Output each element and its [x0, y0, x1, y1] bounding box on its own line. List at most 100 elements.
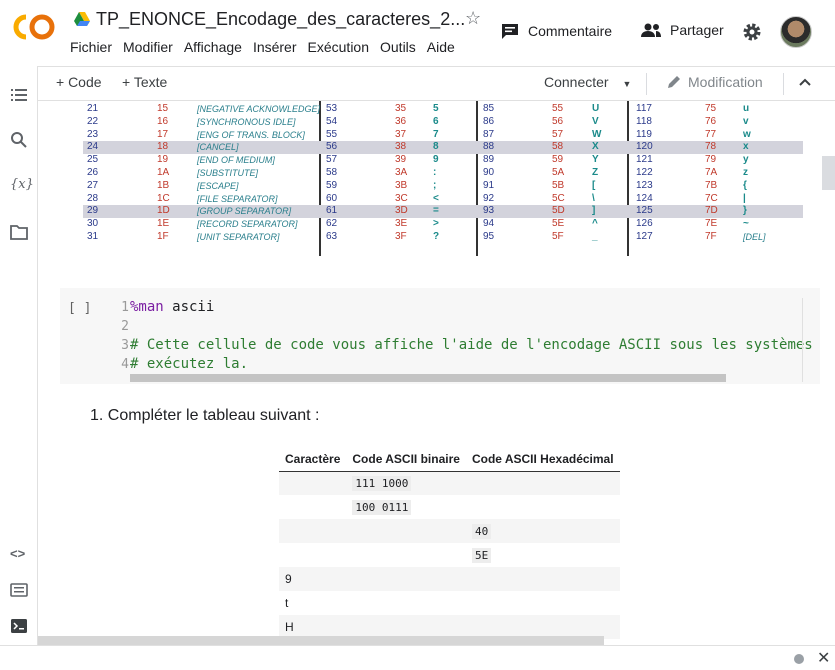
command-palette-icon[interactable] [10, 581, 28, 599]
menu-item-aide[interactable]: Aide [427, 39, 455, 55]
ascii-table-row: 29 1D [GROUP SEPARATOR] 61 3D = 93 5D] 125 7D} [83, 205, 803, 219]
ascii-cell: 95 [483, 231, 495, 242]
status-dot-icon [794, 654, 804, 664]
ascii-cell: 1D [157, 205, 170, 217]
ascii-cell: Y [592, 154, 599, 166]
star-icon[interactable]: ☆ [465, 8, 481, 29]
google-drive-icon[interactable] [74, 12, 90, 26]
ascii-cell: 55 [552, 103, 564, 114]
ascii-cell: 7D [705, 205, 718, 217]
ascii-cell: 27 [87, 179, 99, 191]
code-snippets-icon[interactable]: <> [10, 546, 28, 564]
code-line[interactable]: %man ascii [130, 299, 214, 315]
table-cell [346, 543, 466, 567]
connect-button[interactable]: Connecter ▼ [544, 74, 631, 90]
inline-code: 111 1000 [352, 475, 412, 491]
share-label: Partager [670, 22, 724, 38]
menu-item-outils[interactable]: Outils [380, 39, 416, 55]
table-header: Code ASCII Hexadécimal [465, 447, 620, 472]
ascii-cell: 57 [552, 128, 564, 140]
menu-item-modifier[interactable]: Modifier [123, 39, 173, 55]
vertical-scrollbar-thumb[interactable] [822, 156, 835, 190]
ascii-cell: 1C [157, 192, 170, 204]
code-comment[interactable]: # exécutez la. [130, 356, 248, 372]
chevron-down-icon[interactable]: ▼ [622, 79, 631, 89]
ascii-cell: < [433, 192, 439, 204]
ascii-table-row: 31 1F [UNIT SEPARATOR] 63 3F? 95 5F _ 127 7F [DEL] [83, 231, 803, 244]
ascii-cell: > [433, 218, 439, 230]
ascii-cell: W [592, 128, 602, 140]
ascii-cell: 7A [705, 167, 718, 178]
ascii-cell: 17 [157, 128, 169, 140]
ascii-cell: [UNIT SEPARATOR] [197, 232, 280, 242]
line-number: 2 [121, 319, 129, 334]
ascii-table-row: 24 18 [CANCEL] 56 38 8 88 58 X 120 78 x [83, 141, 803, 155]
ascii-cell: ^ [592, 218, 598, 230]
ascii-table-image: 21 15 [NEGATIVE ACKNOWLEDGE] 53 35 5 85 55 U 117 7… [83, 101, 803, 256]
menu-item-execution[interactable]: Exécution [308, 39, 369, 55]
ascii-cell: 3A [395, 167, 408, 178]
avatar[interactable] [780, 16, 812, 48]
exercise-table: Caractère Code ASCII binaire Code ASCII … [279, 447, 620, 639]
ascii-cell: 78 [705, 141, 717, 153]
edit-mode-label: Modification [688, 74, 763, 90]
ascii-cell: | [743, 192, 746, 204]
add-code-button[interactable]: + Code [56, 74, 102, 90]
menu-item-fichier[interactable]: Fichier [70, 39, 112, 55]
ascii-cell: w [743, 128, 751, 140]
ascii-cell: [NEGATIVE ACKNOWLEDGE] [197, 104, 321, 114]
table-cell: 9 [279, 567, 347, 591]
ascii-cell: 92 [483, 192, 495, 204]
table-of-contents-icon[interactable] [10, 86, 28, 104]
ascii-cell: [RECORD SEPARATOR] [197, 219, 298, 230]
close-icon[interactable]: ✕ [817, 648, 830, 668]
toolbar-divider [783, 73, 784, 95]
search-icon[interactable] [10, 131, 28, 149]
menu-item-affichage[interactable]: Affichage [184, 39, 242, 55]
ascii-cell: 63 [326, 231, 338, 242]
menu-item-inserer[interactable]: Insérer [253, 39, 297, 55]
gear-icon[interactable] [742, 22, 762, 42]
ascii-cell: 59 [552, 154, 564, 166]
comment-button[interactable]: Commentaire [500, 22, 612, 40]
ascii-table-row: 30 1E [RECORD SEPARATOR] 62 3E >94 5E ^ 126 7E ~ [83, 218, 803, 231]
ascii-cell: 7C [705, 192, 718, 204]
ascii-table-row: 22 16 [SYNCHRONOUS IDLE] 54 36 6 86 56 V 118 76 v [83, 116, 803, 129]
chevron-up-icon[interactable] [798, 75, 812, 89]
table-cell [279, 519, 347, 543]
horizontal-scrollbar[interactable] [130, 374, 726, 382]
ascii-cell: [ESCAPE] [197, 180, 239, 191]
share-button[interactable]: Partager [640, 22, 724, 38]
add-text-button[interactable]: + Texte [122, 74, 167, 90]
ascii-cell: 117 [636, 103, 652, 114]
ascii-cell: 31 [87, 231, 99, 242]
ascii-cell: 88 [483, 141, 495, 153]
ascii-cell: 90 [483, 167, 495, 178]
edit-mode-button[interactable]: Modification [666, 74, 763, 90]
table-cell [466, 495, 620, 519]
ascii-cell: 76 [705, 115, 717, 127]
notebook-title[interactable]: TP_ENONCE_Encodage_des_caracteres_2... [96, 9, 465, 30]
ascii-cell: ; [433, 179, 437, 191]
table-cell: 5E [466, 543, 620, 567]
ascii-cell: 94 [483, 218, 495, 230]
variables-icon[interactable]: {x} [10, 177, 34, 195]
colab-logo-icon[interactable] [12, 13, 56, 41]
code-cell[interactable]: [ ] 1 %man ascii 2 3 # Cette cellule de … [60, 288, 820, 384]
terminal-icon[interactable] [10, 617, 28, 635]
ascii-cell: 19 [157, 154, 169, 166]
ascii-cell: 37 [395, 128, 407, 140]
table-header: Caractère [279, 447, 347, 472]
ascii-cell: 15 [157, 103, 169, 114]
inline-code: 100 0111 [352, 499, 412, 515]
folder-icon[interactable] [10, 223, 28, 241]
ascii-cell: x [743, 141, 749, 153]
code-comment[interactable]: # Cette cellule de code vous affiche l'a… [130, 337, 813, 353]
ascii-cell: [FILE SEPARATOR] [197, 193, 278, 204]
ascii-cell: [END OF MEDIUM] [197, 155, 275, 166]
run-cell-button[interactable]: [ ] [68, 301, 91, 316]
table-cell: t [285, 596, 289, 610]
magic-command: %man [130, 299, 164, 315]
ascii-table-row: 27 1B [ESCAPE] 59 3B; 91 5B [123 7B { [83, 180, 803, 193]
ascii-cell: = [433, 205, 439, 217]
